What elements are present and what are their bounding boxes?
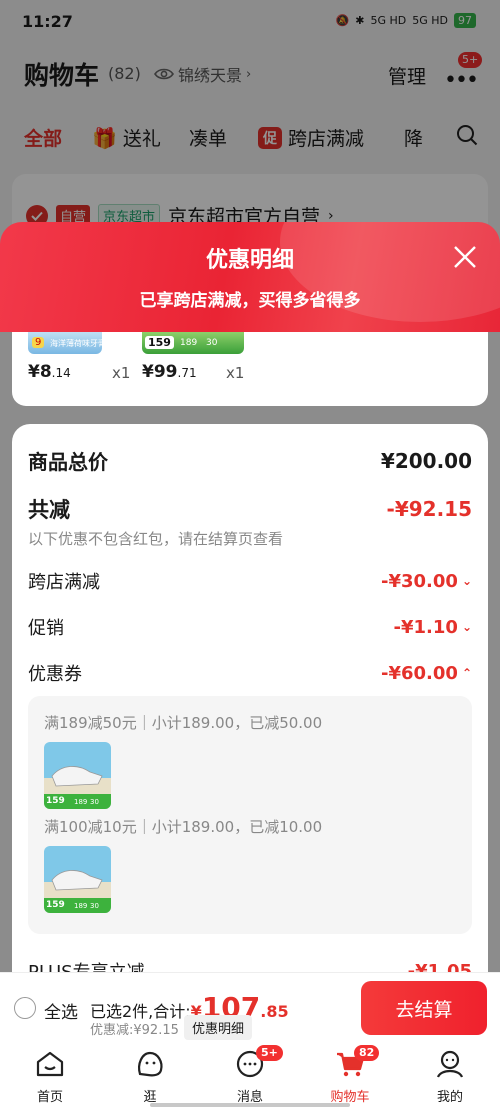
cross-store-row[interactable]: 跨店满减 -¥30.00 ⌄ xyxy=(28,568,472,594)
thumb-price-2: 189 xyxy=(74,902,88,910)
discount-amount: -¥30.00 xyxy=(381,570,458,592)
product-thumb[interactable]: 159 189 30 xyxy=(142,332,244,354)
tab-messages[interactable]: 5+ 消息 xyxy=(200,1045,300,1105)
select-all-label[interactable]: 全选 xyxy=(44,998,78,1023)
discount-popup-header: 优惠明细 已享跨店满减，买得多省得多 xyxy=(0,222,500,332)
bottom-tab-bar: 首页 逛 5+ 消息 82 购物车 我的 xyxy=(0,1042,500,1111)
browse-face-icon xyxy=(138,1051,163,1077)
product-thumb[interactable]: 9 海洋薄荷味牙膏100g xyxy=(28,332,126,354)
chevron-down-icon: ⌄ xyxy=(461,620,472,634)
tab-browse[interactable]: 逛 xyxy=(100,1048,200,1105)
thumb-price: 9 xyxy=(32,337,45,348)
coupon-line: 满189减50元｜小计189.00，已减50.00 xyxy=(44,714,323,732)
discount-label: 跨店满减 xyxy=(28,572,100,593)
thumb-price-3: 30 xyxy=(90,902,99,910)
price-dec: .71 xyxy=(177,366,197,380)
total-row: 商品总价 ¥200.00 xyxy=(28,446,472,475)
item-price: ¥8.14 xyxy=(28,362,71,382)
tab-me[interactable]: 我的 xyxy=(400,1048,500,1105)
discount-amount: -¥1.10 xyxy=(393,616,458,638)
coupon-line: 满100减10元｜小计189.00，已减10.00 xyxy=(44,818,323,836)
thumb-price-2: 189 xyxy=(180,338,198,348)
thumb-price: 159 xyxy=(46,796,65,806)
cart-badge: 82 xyxy=(354,1045,380,1061)
checkout-bar: 全选 已选2件,合计: ¥ 107 .85 优惠减:¥92.15 优惠明细 去结… xyxy=(0,972,500,1042)
thumb-price-2: 189 xyxy=(74,798,88,806)
item-price: ¥99.71 xyxy=(142,362,197,382)
thumb-price: 159 xyxy=(46,900,65,910)
price-int: ¥8 xyxy=(28,362,52,382)
discount-label: 促销 xyxy=(28,618,64,639)
discount-detail-card: 商品总价 ¥200.00 共减 -¥92.15 以下优惠不包含红包，请在结算页查… xyxy=(12,424,488,984)
discount-summary: 优惠减:¥92.15 xyxy=(90,1023,179,1038)
chevron-up-icon: ⌃ xyxy=(461,666,472,680)
total-label: 商品总价 xyxy=(28,450,108,474)
discount-value: -¥1.10 ⌄ xyxy=(394,617,472,638)
tab-home[interactable]: 首页 xyxy=(0,1048,100,1105)
thumb-caption: 海洋薄荷味牙膏100g xyxy=(50,339,127,348)
thumb-price-3: 30 xyxy=(90,798,99,806)
discount-value: -¥30.00 ⌄ xyxy=(381,571,472,592)
reduce-value: -¥92.15 xyxy=(386,497,472,521)
discount-value: -¥60.00 ⌃ xyxy=(381,663,472,684)
chevron-down-icon: ⌄ xyxy=(461,574,472,588)
discount-amount: -¥60.00 xyxy=(381,662,458,684)
tab-cart[interactable]: 82 购物车 xyxy=(300,1045,400,1105)
discount-detail-button[interactable]: 优惠明细 xyxy=(184,1015,253,1040)
reduce-note: 以下优惠不包含红包，请在结算页查看 xyxy=(28,530,284,548)
tab-label: 我的 xyxy=(436,1090,463,1105)
item-qty: x1 xyxy=(226,364,245,382)
tab-label: 首页 xyxy=(36,1090,63,1105)
item-qty: x1 xyxy=(112,364,131,382)
price-dec: .14 xyxy=(51,366,71,380)
reduce-row: 共减 -¥92.15 xyxy=(28,494,472,524)
store-items-visible: 9 海洋薄荷味牙膏100g 159 189 30 ¥8.14 x1 ¥99.71… xyxy=(12,332,488,406)
popup-subtitle: 已享跨店满减，买得多省得多 xyxy=(139,291,361,311)
price-int: ¥99 xyxy=(142,362,178,382)
total-value: ¥200.00 xyxy=(380,448,472,473)
thumb-price-3: 30 xyxy=(206,338,218,348)
coupon-product-thumb[interactable]: 159 189 30 xyxy=(44,846,111,913)
select-all-checkbox[interactable] xyxy=(14,997,36,1019)
close-icon[interactable] xyxy=(452,244,478,270)
coupon-row[interactable]: 优惠券 -¥60.00 ⌃ xyxy=(28,660,472,686)
checkout-button[interactable]: 去结算 xyxy=(361,981,487,1035)
discount-label: 优惠券 xyxy=(28,664,82,685)
messages-badge: 5+ xyxy=(256,1045,283,1061)
promotion-row[interactable]: 促销 -¥1.10 ⌄ xyxy=(28,614,472,640)
coupon-breakdown: 满189减50元｜小计189.00，已减50.00 159 189 30 满10… xyxy=(28,696,472,934)
thumb-price: 159 xyxy=(145,336,174,349)
home-indicator[interactable] xyxy=(150,1103,350,1107)
home-icon xyxy=(36,1051,64,1077)
reduce-label: 共减 xyxy=(28,498,70,522)
popup-title: 优惠明细 xyxy=(205,248,294,273)
profile-icon xyxy=(436,1050,464,1078)
total-decimal: .85 xyxy=(260,1002,289,1021)
coupon-product-thumb[interactable]: 159 189 30 xyxy=(44,742,111,809)
